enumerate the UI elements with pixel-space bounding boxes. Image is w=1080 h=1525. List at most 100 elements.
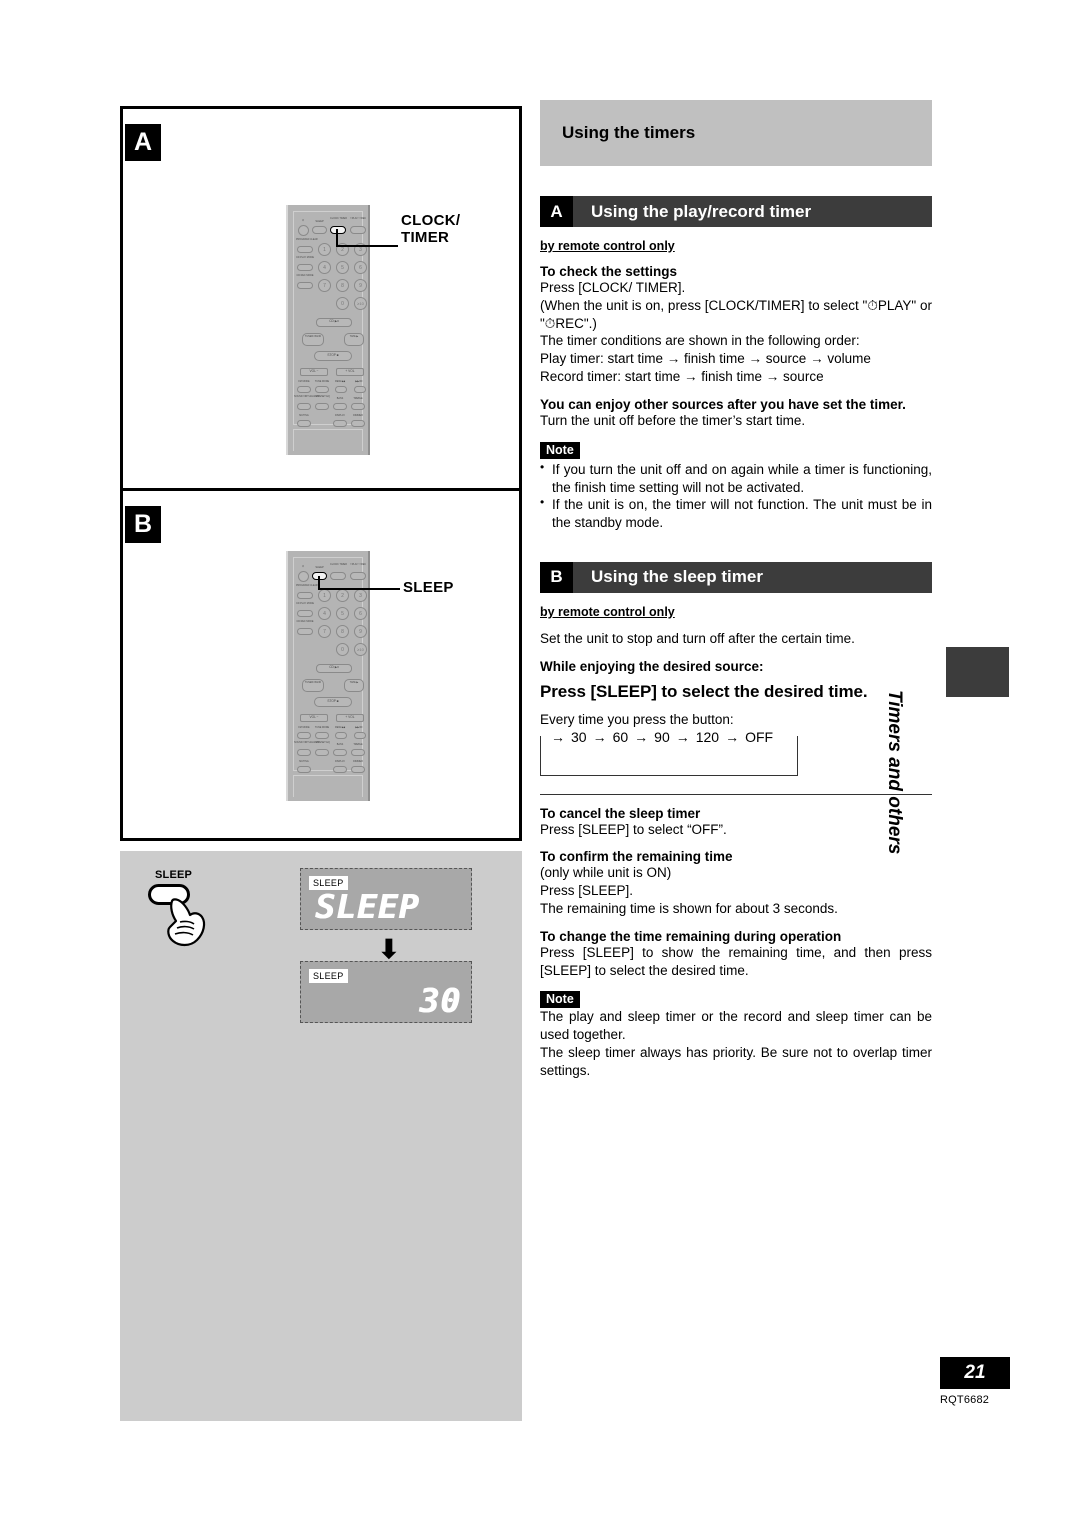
remote-rew-label-a: REW/◀◀	[335, 380, 345, 383]
remote-tune-mode-label-b: TUNE MODE	[314, 726, 330, 729]
remote-num-9-b[interactable]: 9	[354, 625, 367, 638]
cycle-value-120: 120	[695, 728, 720, 745]
remote-num-8-b[interactable]: 8	[336, 625, 349, 638]
remote-fm-mode-button-a[interactable]	[297, 386, 311, 393]
remote-num-5-a[interactable]: 5	[336, 261, 349, 274]
remote-cd-rec-mode-button-a[interactable]	[297, 282, 313, 289]
remote-treble-button-a[interactable]	[351, 403, 365, 410]
remote-cd-rec-mode-button-b[interactable]	[297, 628, 313, 635]
remote-tune-mode-label-a: TUNE MODE	[314, 380, 330, 383]
remote-tune-mode-button-b[interactable]	[315, 732, 329, 739]
remote-num-1-a[interactable]: 1	[318, 243, 331, 256]
remote-tape-label-a: TAPE ▶	[349, 335, 359, 338]
remote-power-button-b[interactable]	[298, 571, 309, 582]
remote-muting-button-b[interactable]	[297, 766, 311, 773]
remote-num-4-a[interactable]: 4	[318, 261, 331, 274]
remote-power-button-a[interactable]	[298, 225, 309, 236]
remote-power-label-b: ⏻	[301, 565, 305, 568]
remote-ff-button-b[interactable]	[354, 732, 366, 739]
remote-bass-button-a[interactable]	[333, 403, 347, 410]
chapter-tab-marker	[946, 647, 1009, 697]
remote-display-button-b[interactable]	[333, 766, 347, 773]
content-column: Using the timers A Using the play/record…	[540, 100, 932, 1080]
while-enjoying-heading: While enjoying the desired source:	[540, 658, 764, 674]
confirm-remaining-heading: To confirm the remaining time	[540, 849, 733, 865]
remote-num-2-b[interactable]: 2	[336, 589, 349, 602]
remote-preset-eq-button-b[interactable]	[315, 749, 329, 756]
remote-cd-play-mode-label-b: CD PLAY MODE	[296, 602, 314, 605]
remote-tune-mode-button-a[interactable]	[315, 386, 329, 393]
remote-program-clear-button-b[interactable]	[297, 592, 313, 599]
callout-clock-line1: CLOCK/	[401, 212, 461, 229]
remote-preset-eq-button-a[interactable]	[315, 403, 329, 410]
remote-num-7-b[interactable]: 7	[318, 625, 331, 638]
cycle-start-arrow-icon: →	[551, 728, 565, 745]
check-line-4: Play timer: start time → finish time → s…	[540, 351, 871, 367]
remote-vol-down-label-a: VOL −	[309, 369, 319, 373]
page-number-badge: 21	[940, 1357, 1010, 1389]
remote-cd-play-mode-button-a[interactable]	[297, 264, 313, 271]
remote-preset-eq-label-a: PRESET EQ	[316, 395, 330, 398]
enjoy-sources-heading: You can enjoy other sources after you ha…	[540, 396, 906, 412]
remote-ff-button-a[interactable]	[354, 386, 366, 393]
remote-play-rec-button-a[interactable]	[350, 226, 366, 234]
remote-num-9-a[interactable]: 9	[354, 279, 367, 292]
remote-sleep-button-a[interactable]	[312, 226, 327, 234]
remote-num-0-b[interactable]: 0	[336, 643, 349, 656]
remote-cd-play-mode-button-b[interactable]	[297, 610, 313, 617]
remote-muting-label-b: MUTING	[299, 760, 309, 763]
remote-ff-label-a: ▶▶/FF	[355, 380, 363, 383]
remote-play-rec-button-b[interactable]	[350, 572, 366, 580]
remote-sound-button-a[interactable]	[297, 403, 311, 410]
remote-dimmer-button-b[interactable]	[351, 766, 365, 773]
remote-stop-label-b: STOP ■	[327, 699, 339, 703]
remote-num-6-a[interactable]: 6	[354, 261, 367, 274]
check-line-1: Press [CLOCK/ TIMER].	[540, 280, 686, 295]
remote-foot-a	[293, 429, 363, 451]
remote-num-7-a[interactable]: 7	[318, 279, 331, 292]
remote-num-over10-a[interactable]: ≥10	[354, 297, 367, 310]
remote-num-8-a[interactable]: 8	[336, 279, 349, 292]
remote-program-clear-button-a[interactable]	[297, 246, 313, 253]
remote-num-1-b[interactable]: 1	[318, 589, 331, 602]
remote-num-4-b[interactable]: 4	[318, 607, 331, 620]
remote-bass-button-b[interactable]	[333, 749, 347, 756]
figure-a-panel: A ⏻ SLEEP CLOCK/ TIMER ⏱PLAY/ ⏱REC PROGR…	[120, 106, 522, 491]
remote-num-3-b[interactable]: 3	[354, 589, 367, 602]
remote-display-label-b: DISPLAY	[335, 760, 345, 763]
remote-muting-button-a[interactable]	[297, 420, 311, 427]
confirm-line-1: (only while unit is ON)	[540, 865, 672, 881]
remote-power-label-a: ⏻	[301, 219, 305, 222]
callout-label-sleep: SLEEP	[403, 579, 454, 596]
remote-tape-label-b: TAPE ▶	[349, 681, 359, 684]
cycle-arrow-icon: →	[725, 728, 740, 745]
remote-rew-button-b[interactable]	[335, 732, 347, 739]
remote-rew-button-a[interactable]	[335, 386, 347, 393]
remote-treble-label-a: TREBLE	[353, 397, 363, 400]
remote-preset-eq-label-b: PRESET EQ	[316, 741, 330, 744]
remote-fm-mode-button-b[interactable]	[297, 732, 311, 739]
callout-clock-line2: TIMER	[401, 228, 450, 246]
remote-clock-timer-label-a: CLOCK/ TIMER	[330, 217, 347, 220]
remote-dimmer-label-b: DIMMER	[353, 760, 363, 763]
note-list-a: If you turn the unit off and on again wh…	[540, 460, 932, 532]
remote-clock-timer-button-a[interactable]	[330, 226, 346, 234]
lcd2-sleep-indicator: SLEEP	[309, 969, 348, 983]
remote-num-0-a[interactable]: 0	[336, 297, 349, 310]
sleep-cycle-sequence: → 30 → 60 → 90 → 120 → OFF	[541, 727, 797, 746]
note-badge-a: Note	[540, 441, 580, 459]
remote-cd-label-a: CD ▶Ⅱ	[329, 319, 339, 323]
subsection-letter-a: A	[540, 196, 573, 227]
remote-num-6-b[interactable]: 6	[354, 607, 367, 620]
remote-num-over10-b[interactable]: ≥10	[354, 643, 367, 656]
remote-num-5-b[interactable]: 5	[336, 607, 349, 620]
remote-play-rec-label-a: ⏱PLAY/ ⏱REC	[349, 217, 367, 220]
remote-treble-button-b[interactable]	[351, 749, 365, 756]
subsection-heading-b: B Using the sleep timer	[540, 561, 932, 593]
note-badge-b: Note	[540, 991, 580, 1009]
remote-dimmer-button-a[interactable]	[351, 420, 365, 427]
remote-clock-timer-button-b[interactable]	[330, 572, 346, 580]
lcd1-segment-value: SLEEP	[315, 887, 420, 926]
remote-sound-button-b[interactable]	[297, 749, 311, 756]
remote-display-button-a[interactable]	[333, 420, 347, 427]
